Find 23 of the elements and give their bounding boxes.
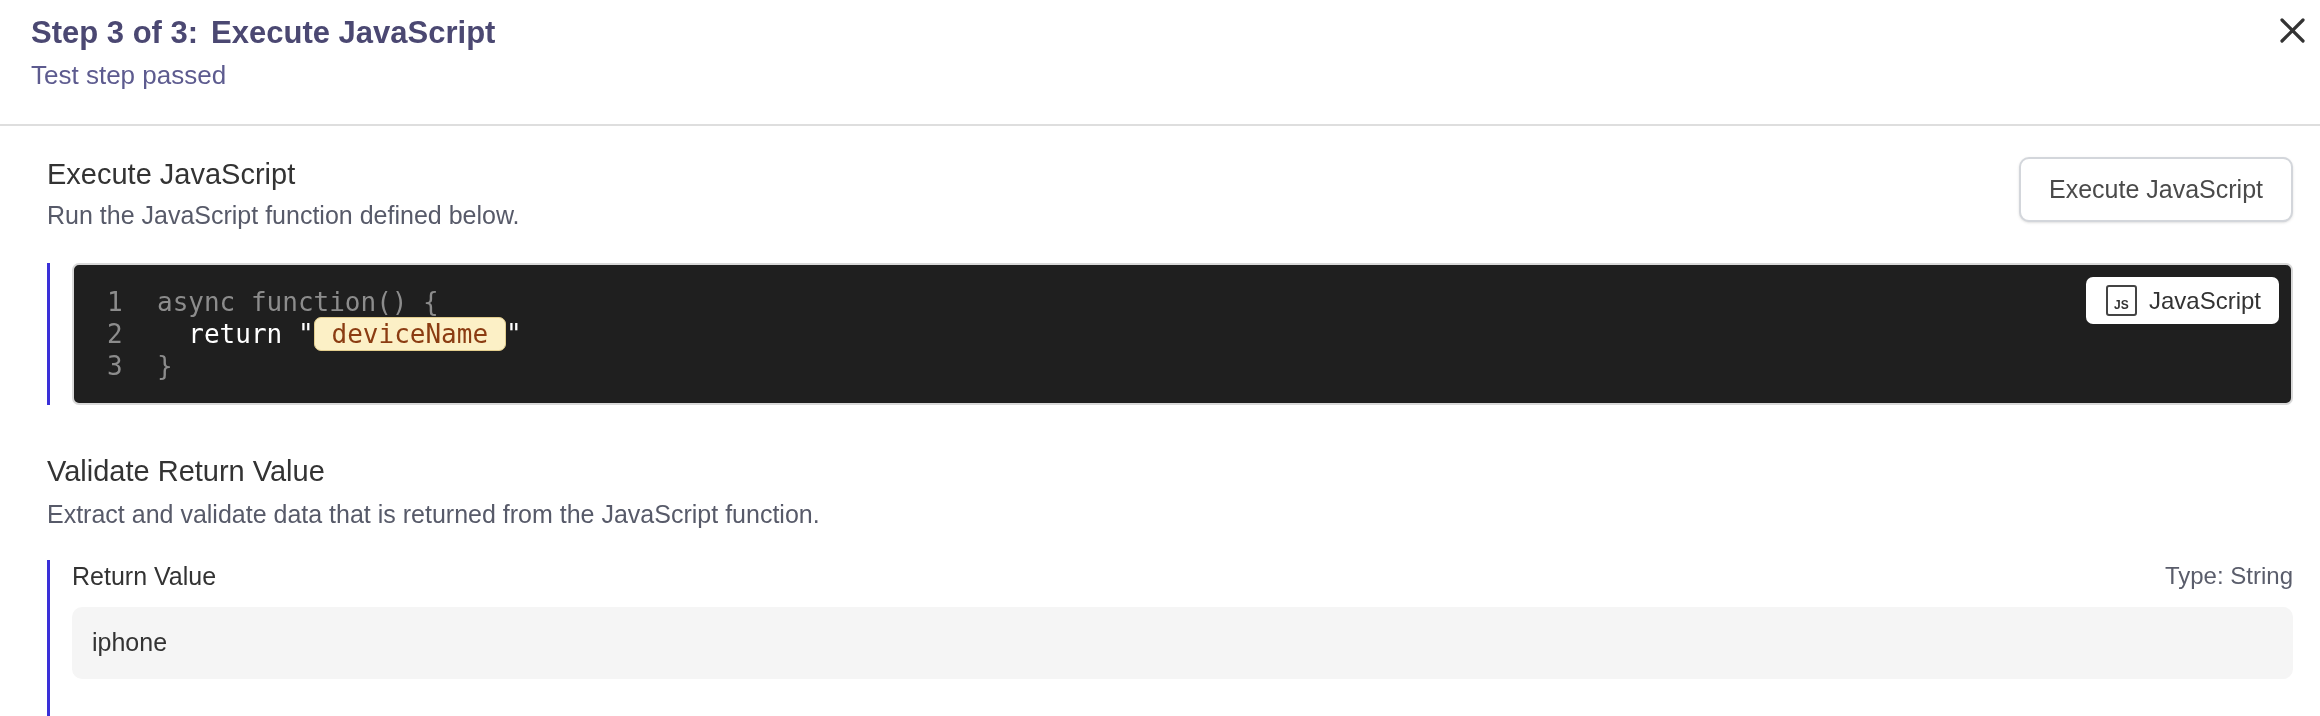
close-icon [2280, 18, 2305, 43]
execute-button[interactable]: Execute JavaScript [2019, 157, 2293, 222]
return-value-field: iphone [72, 607, 2293, 679]
status-text: Test step passed [31, 59, 228, 91]
code-text: async function() { [157, 286, 439, 318]
step-label: Step 3 of 3: [31, 14, 199, 52]
js-icon: JS [2105, 285, 2137, 316]
section-title: Execute JavaScript [47, 157, 297, 192]
section-title: Validate Return Value [47, 454, 326, 489]
variable-chip[interactable]: deviceName [313, 317, 507, 351]
language-label: JavaScript [2148, 285, 2261, 316]
line-number: 1 [107, 286, 123, 318]
field-label: Return Value [72, 561, 217, 591]
type-label: Type: String [2164, 561, 2293, 591]
section-description: Extract and validate data that is returned from the JavaScript function. [47, 499, 821, 529]
close-button[interactable] [2280, 18, 2305, 43]
line-number: 3 [107, 350, 123, 382]
code-text: } [157, 350, 173, 382]
line-number: 2 [107, 318, 123, 350]
section-description: Run the JavaScript function defined below. [47, 200, 520, 230]
code-text: " [506, 318, 522, 350]
code-text: return " [187, 318, 314, 350]
dialog-title: Execute JavaScript [211, 14, 496, 52]
